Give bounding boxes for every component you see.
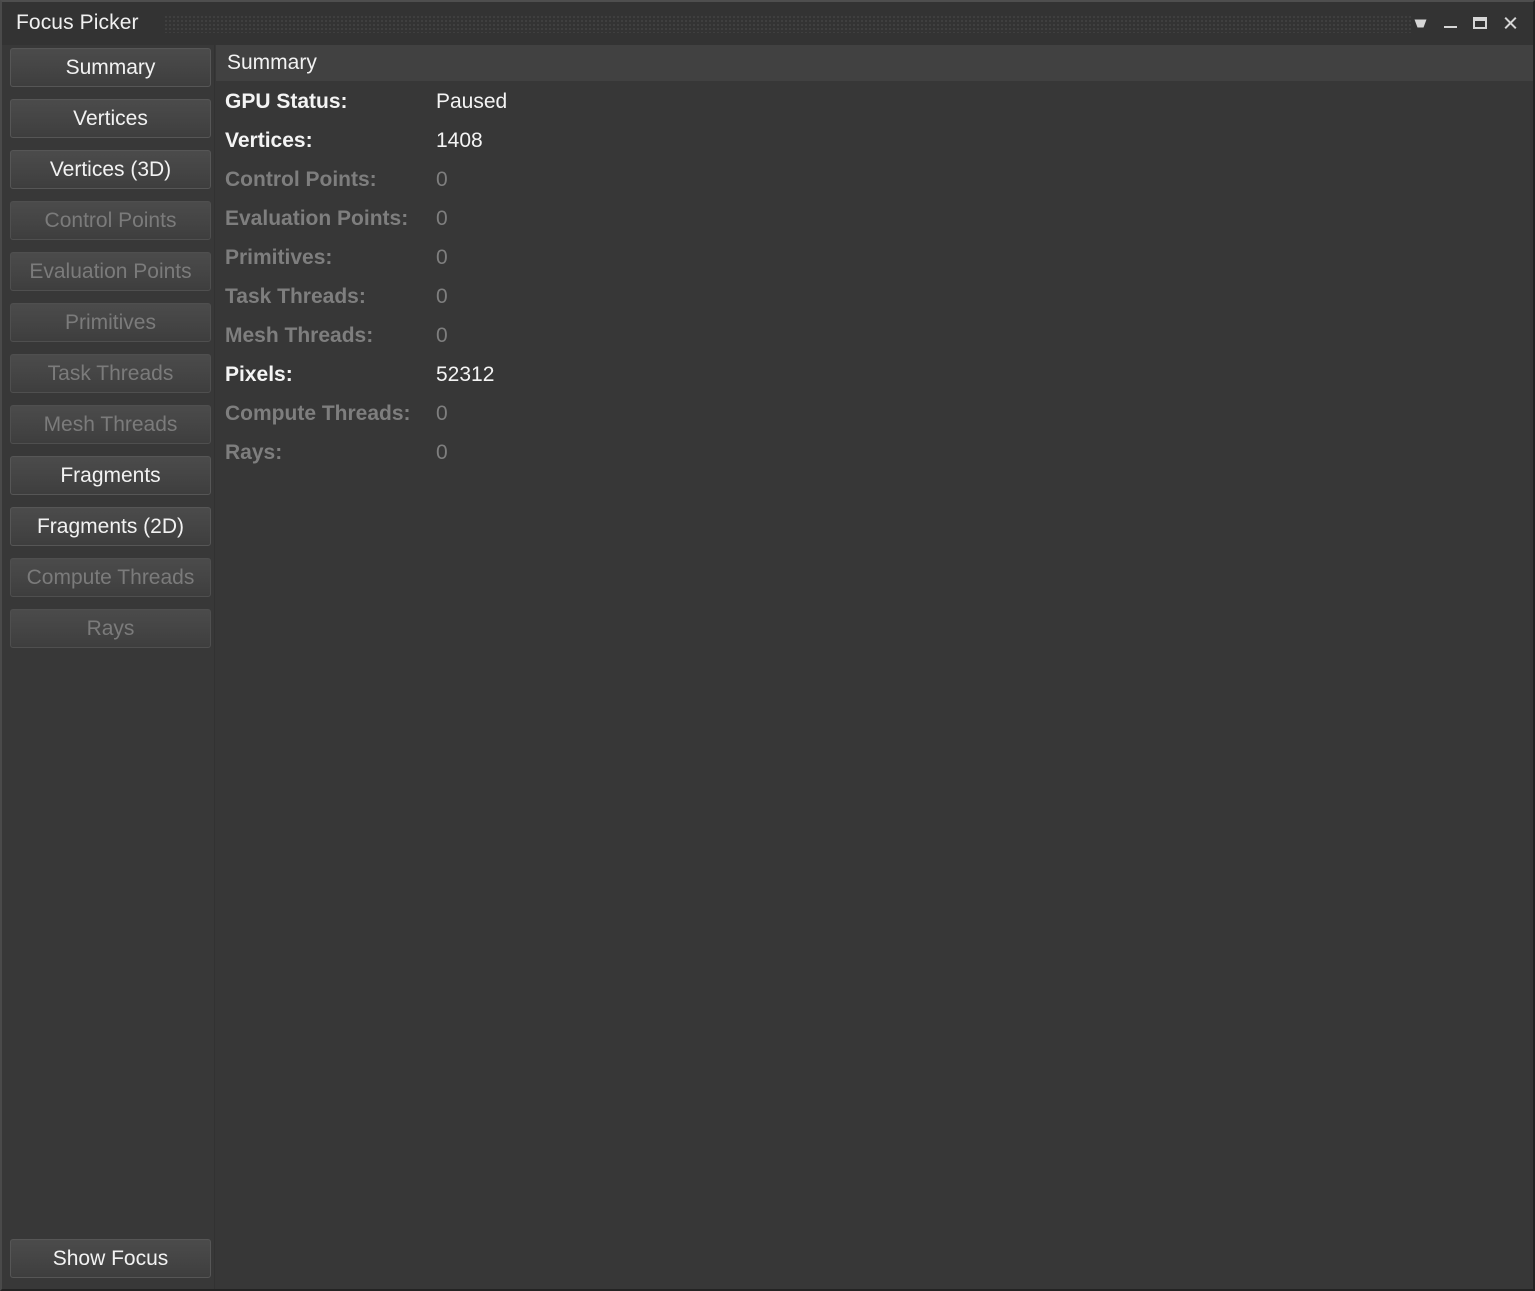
summary-row: Pixels: 52312 xyxy=(216,363,1533,402)
window-controls xyxy=(1405,10,1525,36)
drag-grip-dots-icon[interactable] xyxy=(164,15,1413,33)
summary-row-value: 0 xyxy=(436,441,448,465)
page-title: Summary xyxy=(227,51,317,75)
summary-row: Compute Threads: 0 xyxy=(216,402,1533,441)
summary-row-label: Pixels: xyxy=(225,363,293,387)
summary-stats-list: GPU Status: Paused Vertices: 1408 Control Po… xyxy=(216,90,1533,480)
summary-row-label: GPU Status: xyxy=(225,90,348,114)
summary-row: Control Points: 0 xyxy=(216,168,1533,207)
focus-picker-window: Focus Picker SummaryV xyxy=(0,0,1535,1291)
sidebar-item-compute-threads: Compute Threads xyxy=(10,558,211,597)
focus-category-list: Summary Vertices Vertices (3D) Control Poin… xyxy=(10,48,211,660)
summary-row-label: Evaluation Points: xyxy=(225,207,408,231)
summary-row-label: Compute Threads: xyxy=(225,402,411,426)
sidebar-item-evaluation-points: Evaluation Points xyxy=(10,252,211,291)
summary-row-label: Mesh Threads: xyxy=(225,324,373,348)
summary-row-label: Rays: xyxy=(225,441,282,465)
summary-row-value: 0 xyxy=(436,324,448,348)
summary-row-value: 52312 xyxy=(436,363,494,387)
minimize-icon xyxy=(1444,26,1457,28)
maximize-icon xyxy=(1473,17,1487,29)
sidebar-item-vertices-3d[interactable]: Vertices (3D) xyxy=(10,150,211,189)
sidebar-item-fragments[interactable]: Fragments xyxy=(10,456,211,495)
summary-row-label: Task Threads: xyxy=(225,285,366,309)
chevron-down-icon xyxy=(1414,19,1427,28)
window-body: SummaryVerticesVertices (3D)Control Poin… xyxy=(2,45,1533,1289)
maximize-button[interactable] xyxy=(1465,10,1495,36)
summary-row-label: Primitives: xyxy=(225,246,332,270)
sidebar-item-mesh-threads: Mesh Threads xyxy=(10,405,211,444)
summary-row: GPU Status: Paused xyxy=(216,90,1533,129)
summary-row-label: Control Points: xyxy=(225,168,377,192)
sidebar-item-task-threads: Task Threads xyxy=(10,354,211,393)
summary-header-bar: Summary xyxy=(216,45,1533,82)
summary-row-value: 0 xyxy=(436,168,448,192)
summary-row-value: 0 xyxy=(436,246,448,270)
sidebar-item-summary[interactable]: Summary xyxy=(10,48,211,87)
summary-row: Evaluation Points: 0 xyxy=(216,207,1533,246)
summary-panel: Summary GPU Status: Paused Vertices: 1408 Co… xyxy=(216,45,1533,1289)
summary-row-value: 0 xyxy=(436,402,448,426)
sidebar-item-rays: Rays xyxy=(10,609,211,648)
sidebar-item-vertices[interactable]: Vertices xyxy=(10,99,211,138)
summary-row-value: 0 xyxy=(436,285,448,309)
summary-row-label: Vertices: xyxy=(225,129,313,153)
close-button[interactable] xyxy=(1495,10,1525,36)
title-bar[interactable]: Focus Picker xyxy=(2,2,1533,45)
sidebar-footer: Show Focus xyxy=(10,1239,211,1278)
summary-row-value: Paused xyxy=(436,90,507,114)
summary-row: Vertices: 1408 xyxy=(216,129,1533,168)
show-focus-button[interactable]: Show Focus xyxy=(10,1239,211,1278)
summary-row: Mesh Threads: 0 xyxy=(216,324,1533,363)
sidebar-item-control-points: Control Points xyxy=(10,201,211,240)
sidebar-item-primitives: Primitives xyxy=(10,303,211,342)
summary-row: Rays: 0 xyxy=(216,441,1533,480)
sidebar-item-fragments-2d[interactable]: Fragments (2D) xyxy=(10,507,211,546)
float-window-button[interactable] xyxy=(1405,10,1435,36)
summary-row-value: 1408 xyxy=(436,129,483,153)
summary-row-value: 0 xyxy=(436,207,448,231)
summary-row: Primitives: 0 xyxy=(216,246,1533,285)
summary-row: Task Threads: 0 xyxy=(216,285,1533,324)
close-icon xyxy=(1503,16,1517,30)
minimize-button[interactable] xyxy=(1435,10,1465,36)
window-title: Focus Picker xyxy=(16,11,139,35)
focus-category-sidebar: Summary Vertices Vertices (3D) Control Poin… xyxy=(2,45,215,1289)
